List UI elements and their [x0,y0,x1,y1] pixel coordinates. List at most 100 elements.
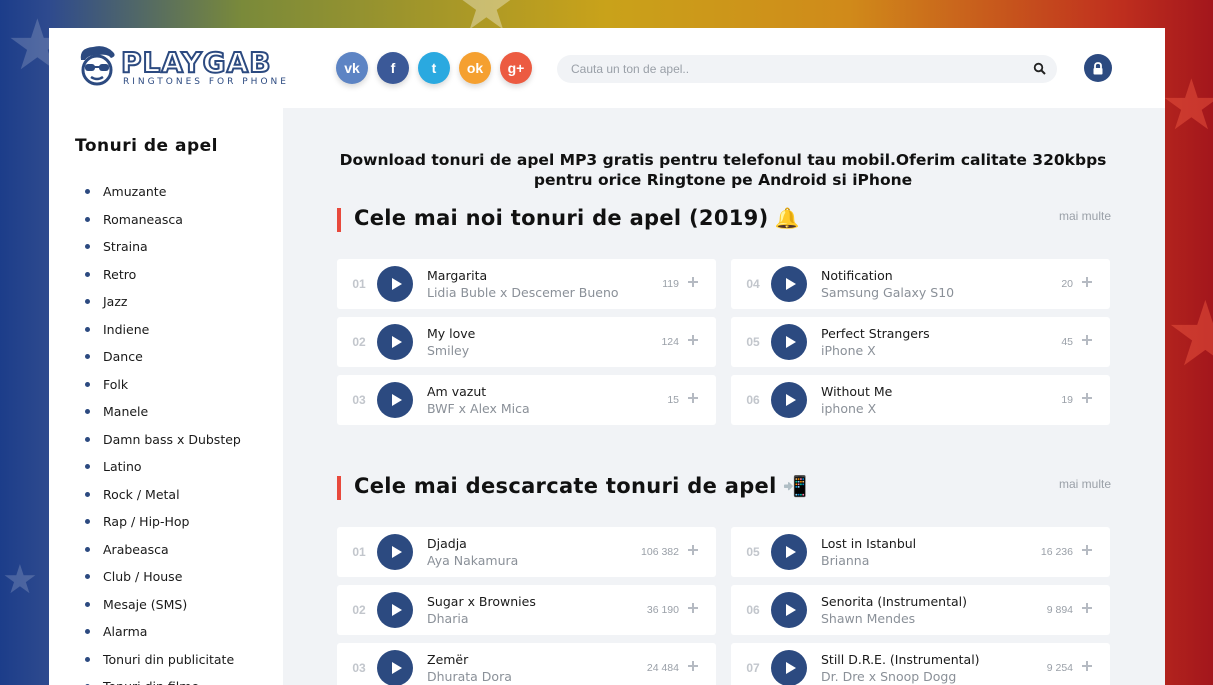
ringtone-card[interactable]: 06 Senorita (Instrumental) Shawn Mendes 9 8… [731,585,1110,635]
download-count: 16 236 [1040,546,1073,558]
section-accent-bar [337,208,341,232]
add-plus-icon[interactable] [1081,276,1093,288]
bullet-icon [85,244,90,250]
sidebar-item[interactable]: Tonuri din publicitate [85,646,241,674]
ringtone-card[interactable]: 02 Sugar x Brownies Dharia 36 190 [337,585,716,635]
sidebar-item[interactable]: Club / House [85,563,241,591]
sidebar-item[interactable]: Amuzante [85,178,241,206]
play-button[interactable] [377,266,413,302]
track-title[interactable]: Senorita (Instrumental) [821,594,967,609]
add-plus-icon[interactable] [1081,660,1093,672]
track-title[interactable]: Lost in Istanbul [821,536,916,551]
sidebar-item[interactable]: Mesaje (SMS) [85,591,241,619]
track-title[interactable]: Am vazut [427,384,486,399]
play-button[interactable] [377,592,413,628]
track-number: 03 [352,393,366,407]
sidebar-item[interactable]: Tonuri din filme [85,673,241,685]
add-plus-icon[interactable] [687,544,699,556]
page-container: PLAYGAB RINGTONES FOR PHONE vkftok g+ Ton… [49,28,1165,685]
sidebar-item[interactable]: Folk [85,371,241,399]
play-icon [785,336,796,348]
sidebar-item[interactable]: Alarma [85,618,241,646]
download-count: 124 [661,336,679,348]
track-number: 01 [352,545,366,559]
sidebar-item[interactable]: Dance [85,343,241,371]
play-button[interactable] [771,650,807,685]
ringtone-card[interactable]: 04 Notification Samsung Galaxy S10 20 [731,259,1110,309]
track-artist: Dr. Dre x Snoop Dogg [821,669,957,684]
add-plus-icon[interactable] [687,334,699,346]
track-artist: BWF x Alex Mica [427,401,530,416]
track-title[interactable]: Zemër [427,652,468,667]
ringtone-card[interactable]: 02 My love Smiley 124 [337,317,716,367]
sidebar-item[interactable]: Romaneasca [85,206,241,234]
track-title[interactable]: Margarita [427,268,487,283]
sidebar-item[interactable]: Latino [85,453,241,481]
sidebar-item[interactable]: Damn bass x Dubstep [85,426,241,454]
play-button[interactable] [771,324,807,360]
download-count: 119 [662,278,679,290]
sidebar-item[interactable]: Rock / Metal [85,481,241,509]
ringtone-card[interactable]: 03 Am vazut BWF x Alex Mica 15 [337,375,716,425]
track-title[interactable]: Perfect Strangers [821,326,930,341]
ringtone-card[interactable]: 01 Djadja Aya Nakamura 106 382 [337,527,716,577]
add-plus-icon[interactable] [1081,602,1093,614]
google-plus-icon[interactable]: g+ [500,52,532,84]
sidebar-item-label: Alarma [103,624,148,640]
ringtone-card[interactable]: 07 Still D.R.E. (Instrumental) Dr. Dre x S… [731,643,1110,685]
play-icon [391,662,402,674]
more-link[interactable]: mai multe [1059,209,1111,223]
add-plus-icon[interactable] [687,392,699,404]
twitter-icon[interactable]: t [418,52,450,84]
play-button[interactable] [377,650,413,685]
play-button[interactable] [377,324,413,360]
download-count: 45 [1061,336,1073,348]
track-title[interactable]: My love [427,326,475,341]
add-plus-icon[interactable] [687,660,699,672]
play-button[interactable] [771,266,807,302]
track-title[interactable]: Without Me [821,384,892,399]
sidebar-item[interactable]: Rap / Hip-Hop [85,508,241,536]
track-number: 01 [352,277,366,291]
download-count: 15 [667,394,679,406]
sidebar-item[interactable]: Retro [85,261,241,289]
site-logo[interactable]: PLAYGAB RINGTONES FOR PHONE [75,44,286,92]
more-link[interactable]: mai multe [1059,477,1111,491]
sidebar-item[interactable]: Jazz [85,288,241,316]
add-plus-icon[interactable] [687,602,699,614]
odnoklassniki-icon[interactable]: ok [459,52,491,84]
add-plus-icon[interactable] [687,276,699,288]
sidebar-item[interactable]: Arabeasca [85,536,241,564]
track-number: 07 [746,661,760,675]
sidebar-item-label: Manele [103,404,149,420]
add-plus-icon[interactable] [1081,392,1093,404]
play-button[interactable] [377,534,413,570]
track-title[interactable]: Djadja [427,536,467,551]
play-icon [785,662,796,674]
bullet-icon [85,601,90,607]
play-button[interactable] [377,382,413,418]
ringtone-card[interactable]: 01 Margarita Lidia Buble x Descemer Bueno 1… [337,259,716,309]
ringtone-card[interactable]: 05 Perfect Strangers iPhone X 45 [731,317,1110,367]
track-title[interactable]: Notification [821,268,893,283]
add-plus-icon[interactable] [1081,334,1093,346]
add-plus-icon[interactable] [1081,544,1093,556]
sidebar-item[interactable]: Straina [85,233,241,261]
search-icon[interactable] [1033,62,1047,76]
play-button[interactable] [771,534,807,570]
ringtone-card[interactable]: 06 Without Me iphone X 19 [731,375,1110,425]
ringtone-card[interactable]: 03 Zemër Dhurata Dora 24 484 [337,643,716,685]
sidebar-item[interactable]: Manele [85,398,241,426]
facebook-icon[interactable]: f [377,52,409,84]
track-title[interactable]: Sugar x Brownies [427,594,536,609]
track-artist: Brianna [821,553,870,568]
login-button[interactable] [1084,54,1112,82]
vk-icon[interactable]: vk [336,52,368,84]
bullet-icon [85,299,90,305]
ringtone-card[interactable]: 05 Lost in Istanbul Brianna 16 236 [731,527,1110,577]
track-title[interactable]: Still D.R.E. (Instrumental) [821,652,980,667]
sidebar-item[interactable]: Indiene [85,316,241,344]
play-button[interactable] [771,382,807,418]
play-button[interactable] [771,592,807,628]
search-input[interactable] [557,55,1017,83]
